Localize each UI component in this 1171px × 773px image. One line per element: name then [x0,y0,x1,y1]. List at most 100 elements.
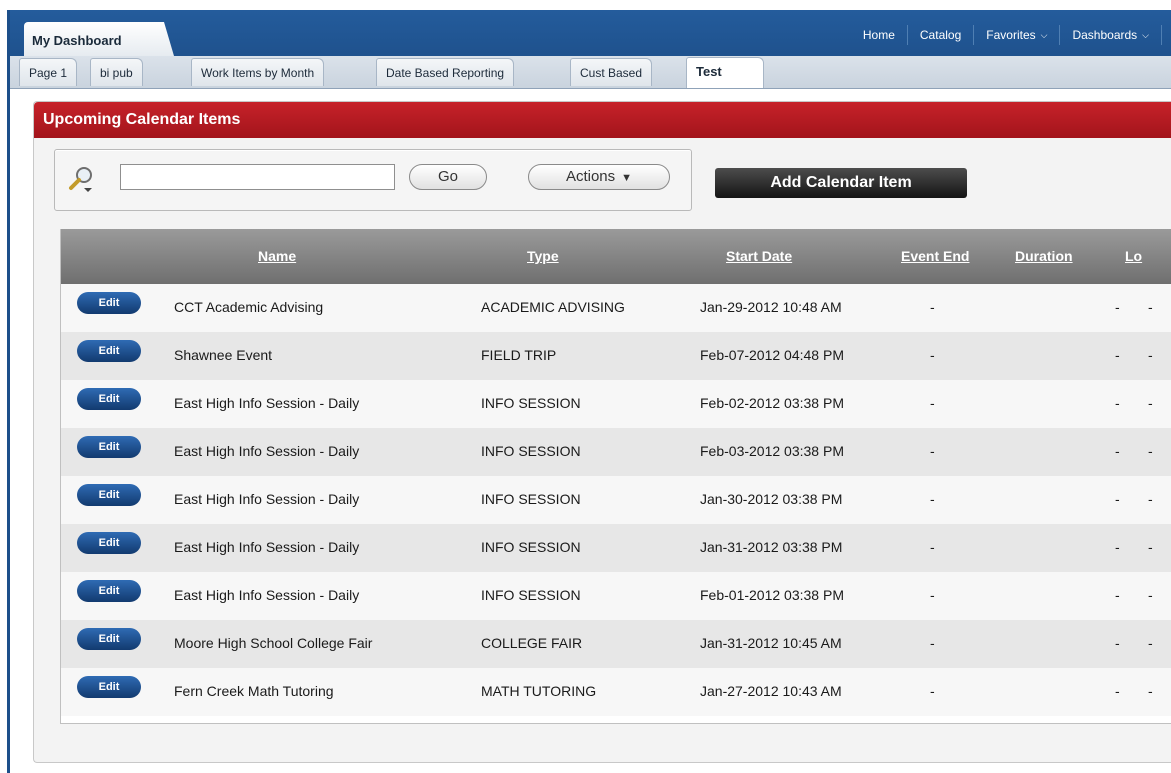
cell-type: INFO SESSION [481,395,581,411]
cell-location: - [1148,491,1153,507]
cell-duration: - [1115,587,1120,603]
nav-home-label: Home [862,28,895,42]
tab-cust-based-label: Cust Based [580,66,643,80]
calendar-panel: Upcoming Calendar Items Go Actions ▼ Add … [33,101,1171,763]
nav-favorites[interactable]: Favorites ⌵ [973,25,1059,45]
table-row: Edit Fern Creek Math Tutoring MATH TUTORIN… [61,668,1171,716]
tab-date-based-reporting[interactable]: Date Based Reporting [376,58,515,86]
cell-type: INFO SESSION [481,539,581,555]
tab-work-items-by-month[interactable]: Work Items by Month [191,58,325,86]
tab-date-based-label: Date Based Reporting [386,66,505,80]
edit-button[interactable]: Edit [77,340,141,362]
my-dashboard-tab[interactable]: My Dashboard [24,22,174,56]
actions-button[interactable]: Actions ▼ [528,164,670,190]
column-name[interactable]: Name [258,248,296,264]
tab-cust-based[interactable]: Cust Based [570,58,653,86]
cell-duration: - [1115,443,1120,459]
nav-dashboards[interactable]: Dashboards ⌵ [1059,25,1161,45]
cell-event-end: - [930,491,935,507]
cell-type: ACADEMIC ADVISING [481,299,625,315]
cell-location: - [1148,299,1153,315]
edit-button[interactable]: Edit [77,388,141,410]
cell-location: - [1148,347,1153,363]
tab-test[interactable]: Test [686,57,764,88]
edit-button[interactable]: Edit [77,436,141,458]
cell-location: - [1148,587,1153,603]
edit-button[interactable]: Edit [77,484,141,506]
cell-event-end: - [930,587,935,603]
cell-duration: - [1115,299,1120,315]
add-calendar-item-button[interactable]: Add Calendar Item [715,168,967,198]
cell-duration: - [1115,395,1120,411]
panel-title-bar: Upcoming Calendar Items [34,102,1171,138]
tab-page-1[interactable]: Page 1 [19,58,78,86]
column-location[interactable]: Lo [1125,248,1142,264]
cell-type: INFO SESSION [481,443,581,459]
nav-catalog-label: Catalog [919,28,962,42]
cell-name: East High Info Session - Daily [174,395,360,411]
cell-type: INFO SESSION [481,587,581,603]
cell-name: East High Info Session - Daily [174,587,360,603]
cell-name: Fern Creek Math Tutoring [174,683,334,699]
cell-start-date: Jan-29-2012 10:48 AM [700,299,842,315]
actions-label: Actions [565,168,616,185]
cell-name: East High Info Session - Daily [174,539,360,555]
cell-start-date: Jan-31-2012 10:45 AM [700,635,842,651]
cell-location: - [1148,539,1153,555]
cell-event-end: - [930,299,935,315]
search-toolbar: Go Actions ▼ [54,149,692,211]
cell-duration: - [1115,635,1120,651]
cell-type: INFO SESSION [481,491,581,507]
nav-home[interactable]: Home [851,25,907,45]
tab-test-label: Test [696,64,722,79]
cell-event-end: - [930,683,935,699]
edit-button[interactable]: Edit [77,628,141,650]
dropdown-arrow-icon: ▼ [621,172,633,184]
edit-button[interactable]: Edit [77,580,141,602]
table-header: Name Type Start Date Event End Duration … [61,229,1171,284]
search-icon[interactable] [67,164,97,194]
tab-page-1-label: Page 1 [29,66,68,80]
table-row: Edit Shawnee Event FIELD TRIP Feb-07-2012 0… [61,332,1171,380]
column-start-date[interactable]: Start Date [726,248,792,264]
cell-type: MATH TUTORING [481,683,597,699]
chevron-down-icon: ⌵ [1142,30,1149,40]
window-left-edge [0,0,10,773]
search-input[interactable] [120,164,395,190]
tab-bi-pub-label: bi pub [100,66,133,80]
edit-button[interactable]: Edit [77,532,141,554]
cell-start-date: Jan-30-2012 03:38 PM [700,491,843,507]
cell-start-date: Jan-31-2012 03:38 PM [700,539,843,555]
cell-type: COLLEGE FAIR [481,635,583,651]
cell-event-end: - [930,539,935,555]
column-event-end[interactable]: Event End [901,248,969,264]
cell-duration: - [1115,683,1120,699]
cell-event-end: - [930,395,935,411]
cell-start-date: Jan-27-2012 10:43 AM [700,683,842,699]
cell-location: - [1148,635,1153,651]
panel-title: Upcoming Calendar Items [43,111,241,128]
tab-work-items-label: Work Items by Month [201,66,315,80]
tab-bi-pub[interactable]: bi pub [90,58,143,86]
cell-name: East High Info Session - Daily [174,443,360,459]
cell-event-end: - [930,443,935,459]
edit-button[interactable]: Edit [77,676,141,698]
table-row: Edit East High Info Session - Daily INFO S… [61,428,1171,476]
page-tab-strip: Page 1 bi pub Work Items by Month Date B… [10,56,1171,89]
edit-button[interactable]: Edit [77,292,141,314]
table-row: Edit CCT Academic Advising ACADEMIC ADVISI… [61,284,1171,332]
cell-duration: - [1115,539,1120,555]
column-type[interactable]: Type [527,248,559,264]
cell-name: Shawnee Event [174,347,273,363]
add-calendar-item-label: Add Calendar Item [770,174,912,191]
nav-catalog[interactable]: Catalog [906,25,973,45]
cell-type: FIELD TRIP [481,347,557,363]
go-button[interactable]: Go [409,164,487,190]
column-duration[interactable]: Duration [1015,248,1073,264]
nav-overflow[interactable] [1161,25,1171,45]
cell-duration: - [1115,347,1120,363]
table-row: Edit Moore High School College Fair COLLEG… [61,620,1171,668]
top-navigation: Home Catalog Favorites ⌵ Dashboards ⌵ [851,20,1171,50]
cell-start-date: Feb-02-2012 03:38 PM [700,395,844,411]
cell-location: - [1148,443,1153,459]
